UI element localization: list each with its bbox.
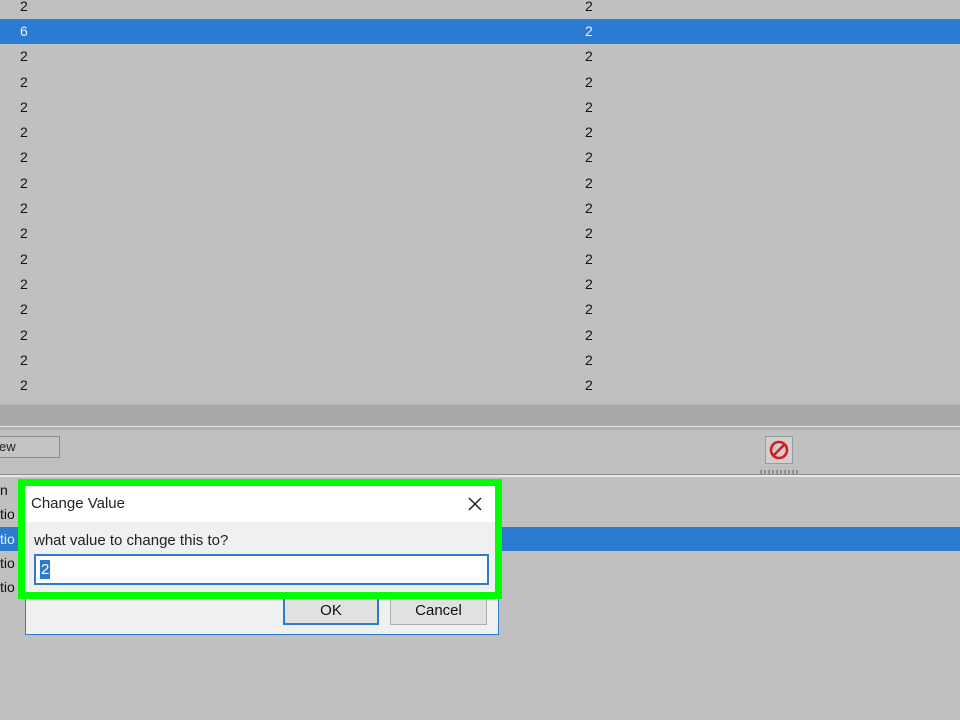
table-row[interactable]: 22 — [0, 70, 960, 95]
previous-value-cell: 2 — [585, 225, 593, 241]
value-input-text: 2 — [40, 560, 51, 579]
value-cell: 2 — [20, 301, 28, 317]
value-cell: 2 — [20, 200, 28, 216]
value-cell: 2 — [20, 149, 28, 165]
scan-toolbar: ew — [0, 430, 960, 468]
previous-value-cell: 2 — [585, 74, 593, 90]
previous-value-cell: 2 — [585, 251, 593, 267]
value-cell: 2 — [20, 99, 28, 115]
cancel-button[interactable]: Cancel — [390, 597, 487, 625]
table-row[interactable]: 22 — [0, 120, 960, 145]
previous-value-cell: 2 — [585, 276, 593, 292]
table-row[interactable]: 22 — [0, 323, 960, 348]
dialog-title: Change Value — [31, 495, 125, 512]
description-cell: tio — [0, 555, 15, 571]
previous-value-cell: 2 — [585, 99, 593, 115]
clear-list-button[interactable] — [765, 436, 793, 464]
table-row[interactable]: 62 — [0, 19, 960, 44]
table-row[interactable]: 22 — [0, 95, 960, 120]
table-row[interactable]: 22 — [0, 0, 960, 19]
table-row[interactable]: 22 — [0, 297, 960, 322]
horizontal-scrollbar[interactable] — [0, 404, 960, 427]
table-row[interactable]: 22 — [0, 196, 960, 221]
description-cell: tio — [0, 579, 15, 595]
value-cell: 2 — [20, 327, 28, 343]
previous-value-cell: 2 — [585, 124, 593, 140]
previous-value-cell: 2 — [585, 352, 593, 368]
results-list[interactable]: 22 62 22 22 22 22 22 22 22 22 22 22 22 2… — [0, 0, 960, 404]
value-cell: 2 — [20, 48, 28, 64]
previous-value-cell: 2 — [585, 301, 593, 317]
table-row[interactable]: 22 — [0, 221, 960, 246]
change-value-dialog: Change Value what value to change this t… — [25, 486, 495, 592]
value-cell: 6 — [20, 23, 28, 39]
table-row[interactable]: 22 — [0, 171, 960, 196]
close-icon[interactable] — [467, 496, 483, 512]
value-cell: 2 — [20, 377, 28, 393]
previous-value-cell: 2 — [585, 327, 593, 343]
value-cell: 2 — [20, 276, 28, 292]
divider — [0, 474, 960, 477]
previous-value-cell: 2 — [585, 175, 593, 191]
value-cell: 2 — [20, 0, 28, 14]
value-cell: 2 — [20, 74, 28, 90]
prompt-label: what value to change this to? — [34, 532, 229, 549]
table-row[interactable]: 22 — [0, 247, 960, 272]
previous-value-cell: 2 — [585, 48, 593, 64]
value-cell: 2 — [20, 352, 28, 368]
new-scan-button[interactable]: ew — [0, 436, 60, 458]
value-cell: 2 — [20, 124, 28, 140]
previous-value-cell: 2 — [585, 149, 593, 165]
description-cell: tio — [0, 506, 15, 522]
table-row[interactable]: 22 — [0, 145, 960, 170]
table-row[interactable]: 22 — [0, 348, 960, 373]
no-entry-icon — [769, 440, 789, 460]
description-cell: n — [0, 482, 8, 498]
ok-button[interactable]: OK — [283, 597, 379, 625]
previous-value-cell: 2 — [585, 200, 593, 216]
table-row[interactable]: 22 — [0, 272, 960, 297]
previous-value-cell: 2 — [585, 0, 593, 14]
table-row[interactable]: 22 — [0, 44, 960, 69]
table-row[interactable]: 22 — [0, 373, 960, 398]
value-cell: 2 — [20, 225, 28, 241]
value-cell: 2 — [20, 251, 28, 267]
value-input[interactable] — [34, 554, 489, 585]
previous-value-cell: 2 — [585, 377, 593, 393]
value-cell: 2 — [20, 175, 28, 191]
dialog-titlebar[interactable]: Change Value — [25, 486, 495, 522]
description-cell: tio — [0, 531, 15, 547]
previous-value-cell: 2 — [585, 23, 593, 39]
